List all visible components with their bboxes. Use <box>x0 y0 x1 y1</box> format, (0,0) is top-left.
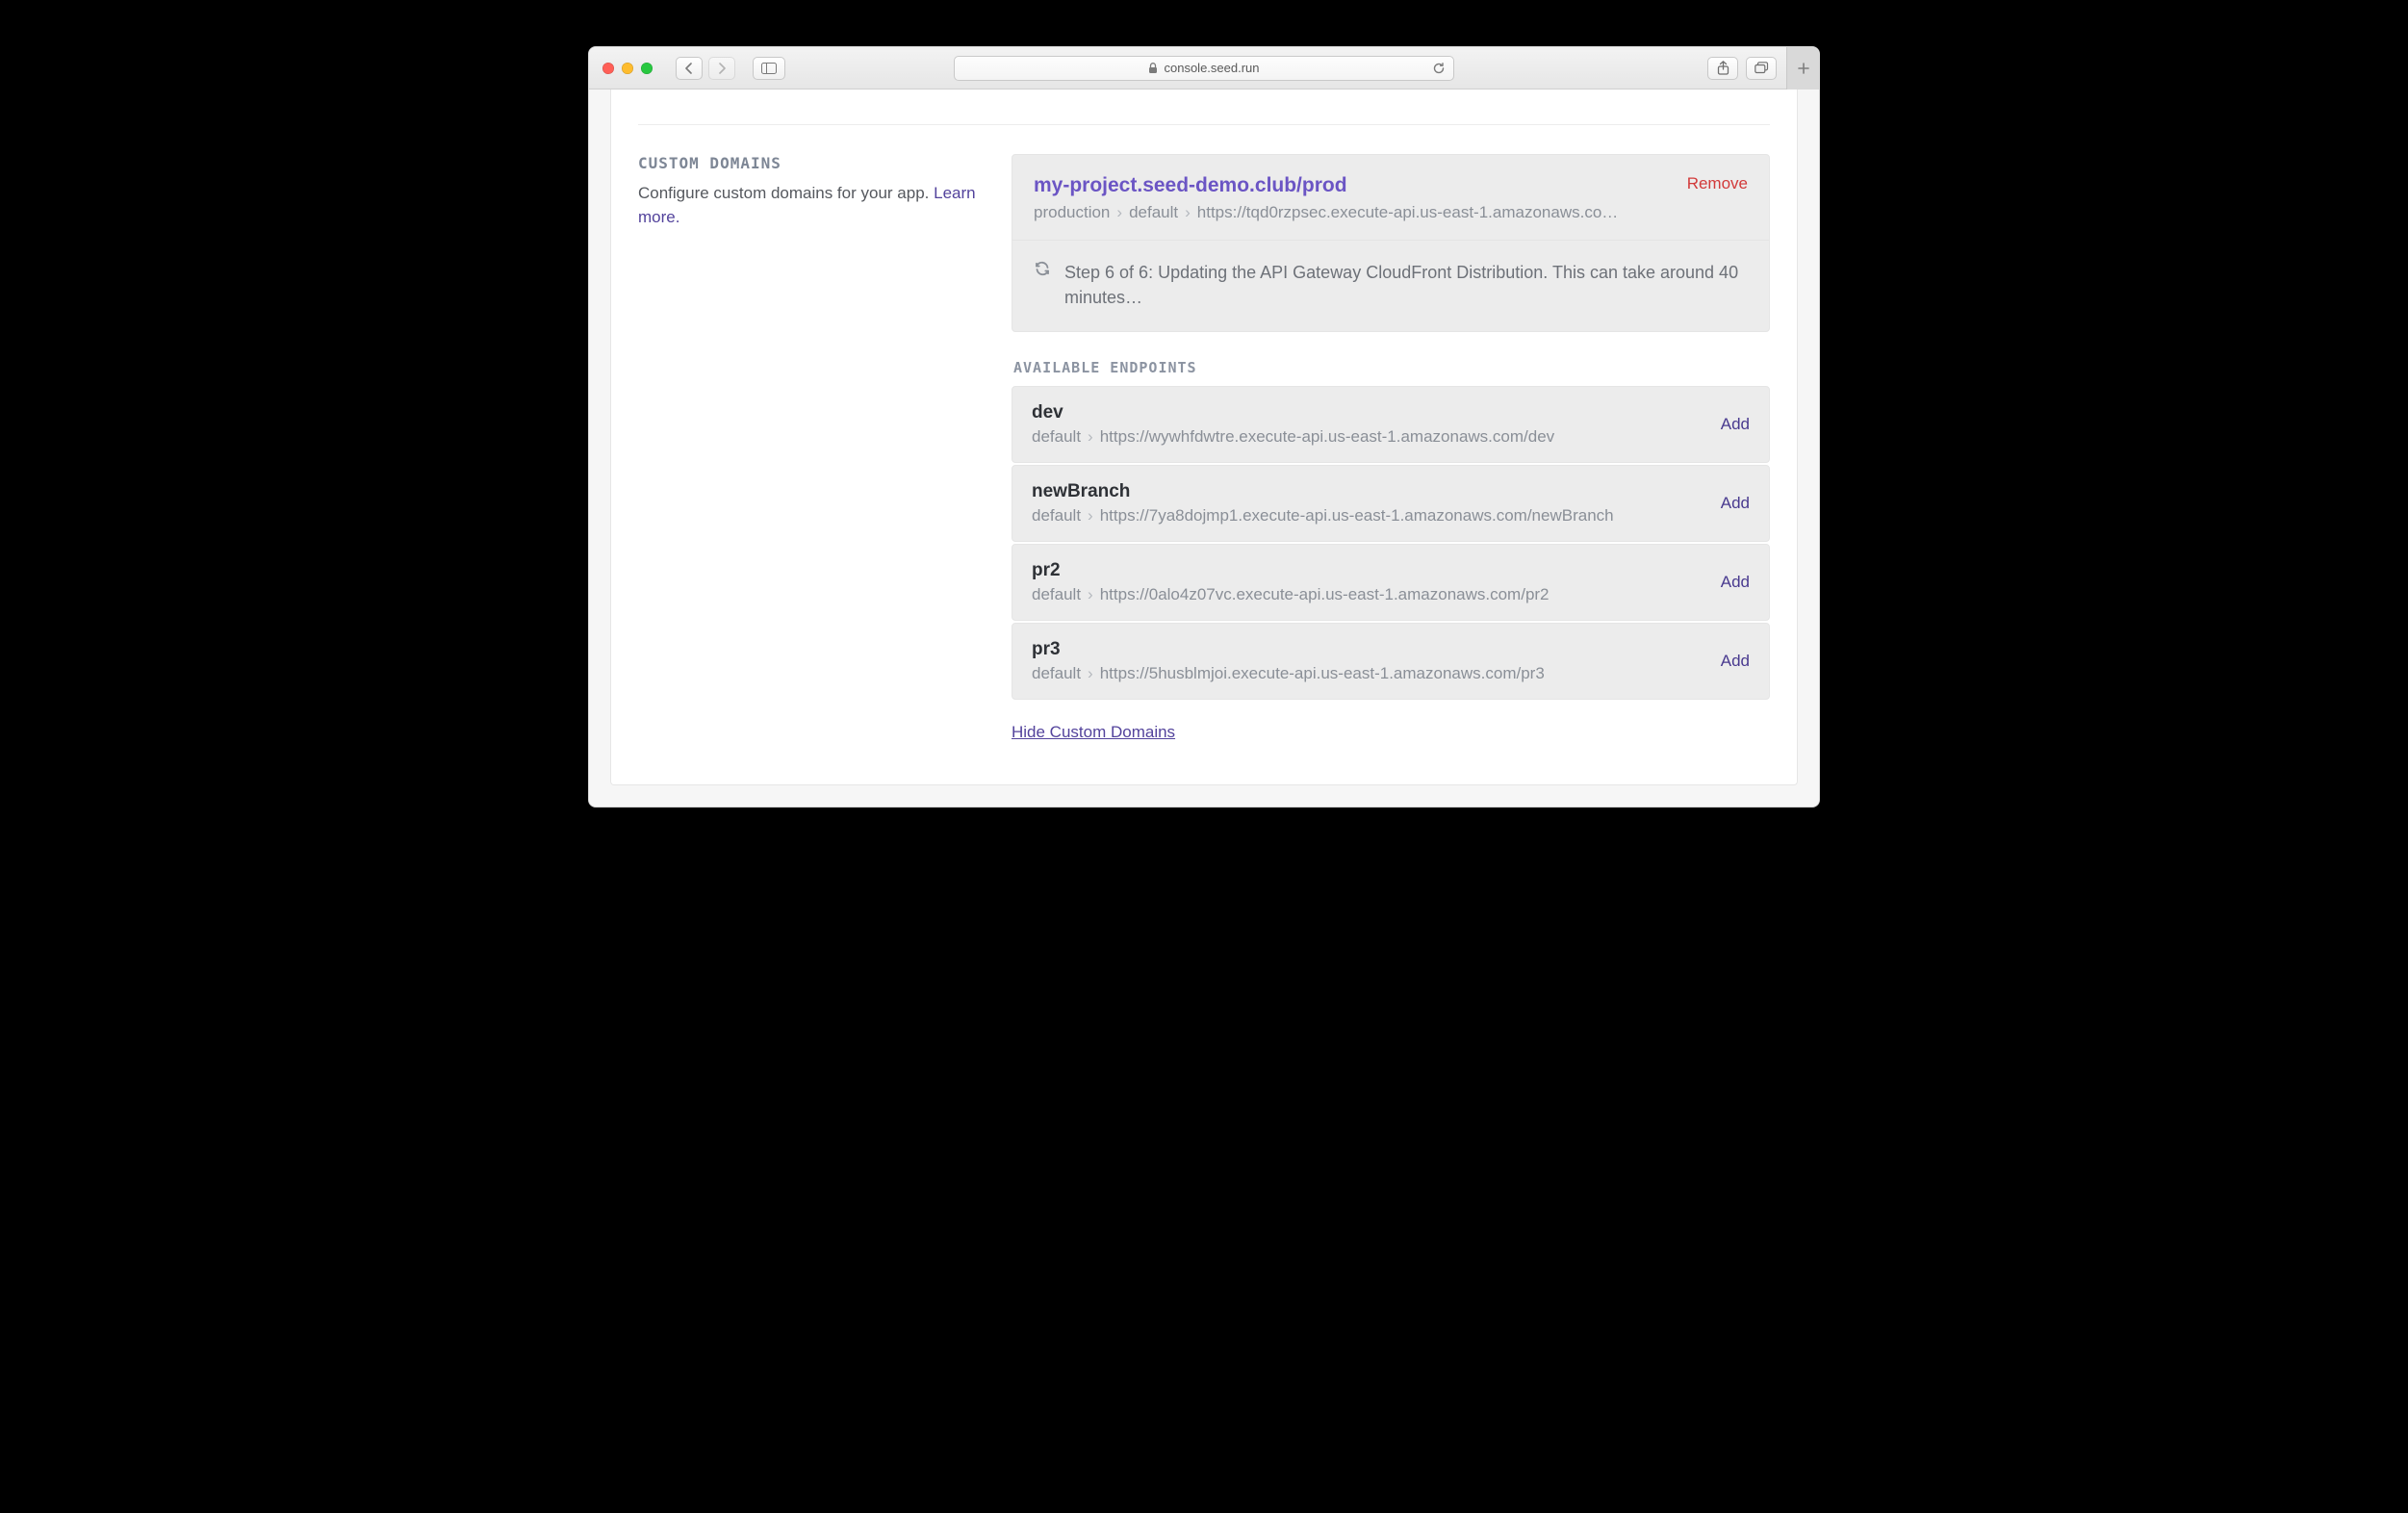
endpoint-sub: default › https://5husblmjoi.execute-api.u… <box>1032 664 1545 683</box>
endpoint-service: default <box>1032 506 1081 525</box>
endpoint-url: https://7ya8dojmp1.execute-api.us-east-1… <box>1100 506 1614 525</box>
configured-domain-title: my-project.seed-demo.club/prod <box>1034 174 1630 197</box>
endpoint-name: pr2 <box>1032 560 1550 581</box>
endpoint-service: default <box>1032 585 1081 603</box>
endpoint-row: newBranch default › https://7ya8dojmp1.exec… <box>1012 465 1770 542</box>
browser-toolbar: console.seed.run <box>589 47 1819 90</box>
plus-icon <box>1797 62 1810 75</box>
chevron-right-icon: › <box>1088 664 1093 682</box>
address-bar[interactable]: console.seed.run <box>954 56 1454 81</box>
endpoint-url: https://0alo4z07vc.execute-api.us-east-1… <box>1100 585 1550 603</box>
endpoint-row: pr3 default › https://5husblmjoi.execute-ap… <box>1012 623 1770 700</box>
chevron-right-icon: › <box>1185 203 1191 222</box>
chevron-right-icon: › <box>1088 585 1093 603</box>
endpoint-info: dev default › https://wywhfdwtre.execute-ap… <box>1032 402 1554 447</box>
endpoint-sub: default › https://wywhfdwtre.execute-api.u… <box>1032 427 1554 447</box>
endpoint-row: dev default › https://wywhfdwtre.execute-ap… <box>1012 386 1770 463</box>
forward-button[interactable] <box>708 57 735 80</box>
minimize-window-button[interactable] <box>622 63 633 74</box>
spinner-icon <box>1034 260 1051 310</box>
endpoint-sub: default › https://0alo4z07vc.execute-api.u… <box>1032 585 1550 604</box>
section-desc-text: Configure custom domains for your app. <box>638 184 934 202</box>
endpoint-info: pr2 default › https://0alo4z07vc.execute-ap… <box>1032 560 1550 604</box>
crumb-url: https://tqd0rzpsec.execute-api.us-east-1… <box>1197 203 1630 222</box>
hide-custom-domains-link[interactable]: Hide Custom Domains <box>1012 723 1175 742</box>
chevron-right-icon <box>717 63 727 74</box>
status-text: Step 6 of 6: Updating the API Gateway Cl… <box>1064 260 1748 310</box>
tabs-icon <box>1755 62 1769 74</box>
endpoint-info: pr3 default › https://5husblmjoi.execute-ap… <box>1032 639 1545 683</box>
chevron-left-icon <box>684 63 694 74</box>
custom-domains-main: my-project.seed-demo.club/prod productio… <box>1012 154 1770 742</box>
endpoint-info: newBranch default › https://7ya8dojmp1.exec… <box>1032 481 1614 526</box>
add-domain-button[interactable]: Add <box>1721 494 1750 513</box>
crumb-service: default <box>1129 203 1178 222</box>
configured-domain-status: Step 6 of 6: Updating the API Gateway Cl… <box>1012 241 1769 331</box>
settings-panel: CUSTOM DOMAINS Configure custom domains … <box>610 90 1798 785</box>
crumb-stage: production <box>1034 203 1110 222</box>
configured-domain-info: my-project.seed-demo.club/prod productio… <box>1034 174 1630 222</box>
close-window-button[interactable] <box>602 63 614 74</box>
show-sidebar-button[interactable] <box>753 57 785 80</box>
endpoint-url: https://wywhfdwtre.execute-api.us-east-1… <box>1100 427 1554 446</box>
endpoint-sub: default › https://7ya8dojmp1.execute-api.u… <box>1032 506 1614 526</box>
custom-domains-sidebar: CUSTOM DOMAINS Configure custom domains … <box>638 154 985 229</box>
endpoint-name: pr3 <box>1032 639 1545 660</box>
reload-icon <box>1432 62 1446 75</box>
chevron-right-icon: › <box>1088 506 1093 525</box>
remove-domain-button[interactable]: Remove <box>1687 174 1748 193</box>
configured-domain-card: my-project.seed-demo.club/prod productio… <box>1012 154 1770 332</box>
sidebar-icon <box>761 63 777 74</box>
new-tab-button[interactable] <box>1786 47 1819 90</box>
chevron-right-icon: › <box>1088 427 1093 446</box>
share-button[interactable] <box>1707 57 1738 80</box>
chevron-right-icon: › <box>1116 203 1122 222</box>
add-domain-button[interactable]: Add <box>1721 652 1750 671</box>
endpoint-name: dev <box>1032 402 1554 423</box>
address-host: console.seed.run <box>1164 61 1259 75</box>
section-desc: Configure custom domains for your app. L… <box>638 182 985 229</box>
fullscreen-window-button[interactable] <box>641 63 653 74</box>
lock-icon <box>1148 63 1158 74</box>
breadcrumb: production › default › https://tqd0rzpse… <box>1034 203 1630 222</box>
available-endpoints-title: AVAILABLE ENDPOINTS <box>1013 359 1770 376</box>
endpoint-service: default <box>1032 427 1081 446</box>
endpoint-row: pr2 default › https://0alo4z07vc.execute-ap… <box>1012 544 1770 621</box>
share-icon <box>1717 61 1729 75</box>
endpoint-list: dev default › https://wywhfdwtre.execute-ap… <box>1012 386 1770 700</box>
add-domain-button[interactable]: Add <box>1721 573 1750 592</box>
browser-window: console.seed.run CUSTOM DOMAINS <box>588 46 1820 808</box>
window-controls <box>599 63 653 74</box>
reload-button[interactable] <box>1432 62 1446 75</box>
back-button[interactable] <box>676 57 703 80</box>
section-title: CUSTOM DOMAINS <box>638 154 985 172</box>
endpoint-name: newBranch <box>1032 481 1614 502</box>
endpoint-url: https://5husblmjoi.execute-api.us-east-1… <box>1100 664 1545 682</box>
add-domain-button[interactable]: Add <box>1721 415 1750 434</box>
page-body: CUSTOM DOMAINS Configure custom domains … <box>589 90 1819 807</box>
show-tabs-button[interactable] <box>1746 57 1777 80</box>
endpoint-service: default <box>1032 664 1081 682</box>
